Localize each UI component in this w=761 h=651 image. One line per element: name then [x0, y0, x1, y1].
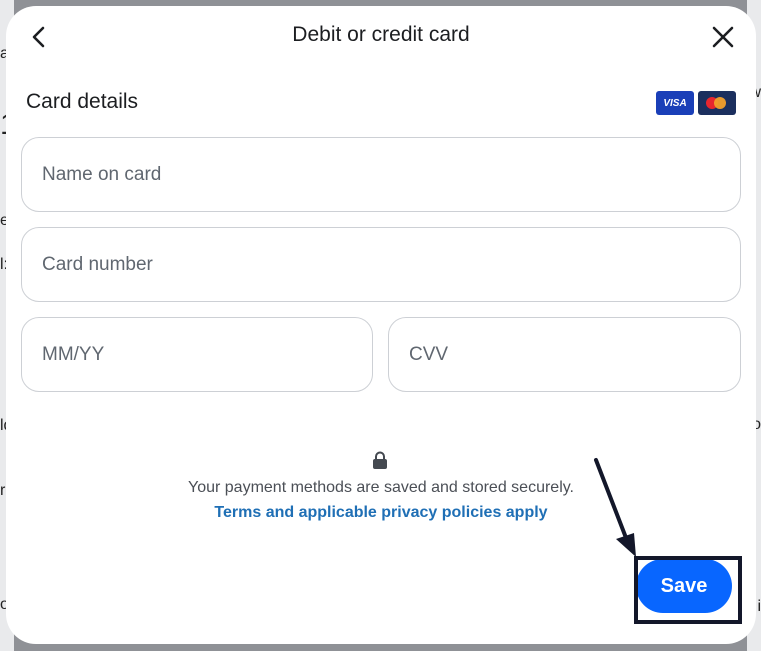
close-button[interactable]	[708, 22, 738, 52]
mastercard-icon	[698, 91, 736, 115]
name-on-card-field[interactable]	[21, 137, 741, 212]
card-number-input[interactable]	[22, 228, 740, 301]
visa-logo: VISA	[656, 91, 694, 115]
annotation-highlight-box	[634, 556, 742, 624]
cvv-field[interactable]	[388, 317, 741, 392]
background-fragment: i	[757, 598, 761, 615]
modal-header: Debit or credit card	[6, 6, 756, 68]
card-details-heading: Card details	[26, 90, 139, 113]
expiry-input[interactable]	[22, 318, 372, 391]
card-number-field[interactable]	[21, 227, 741, 302]
cvv-input[interactable]	[389, 318, 740, 391]
background-fragment: r	[0, 482, 6, 499]
expiry-field[interactable]	[21, 317, 373, 392]
accepted-cards: VISA	[656, 91, 736, 115]
name-on-card-input[interactable]	[22, 138, 740, 211]
lock-icon	[373, 451, 387, 469]
modal-title: Debit or credit card	[292, 23, 470, 46]
annotation-arrow-icon	[594, 458, 636, 557]
close-icon	[712, 26, 734, 48]
